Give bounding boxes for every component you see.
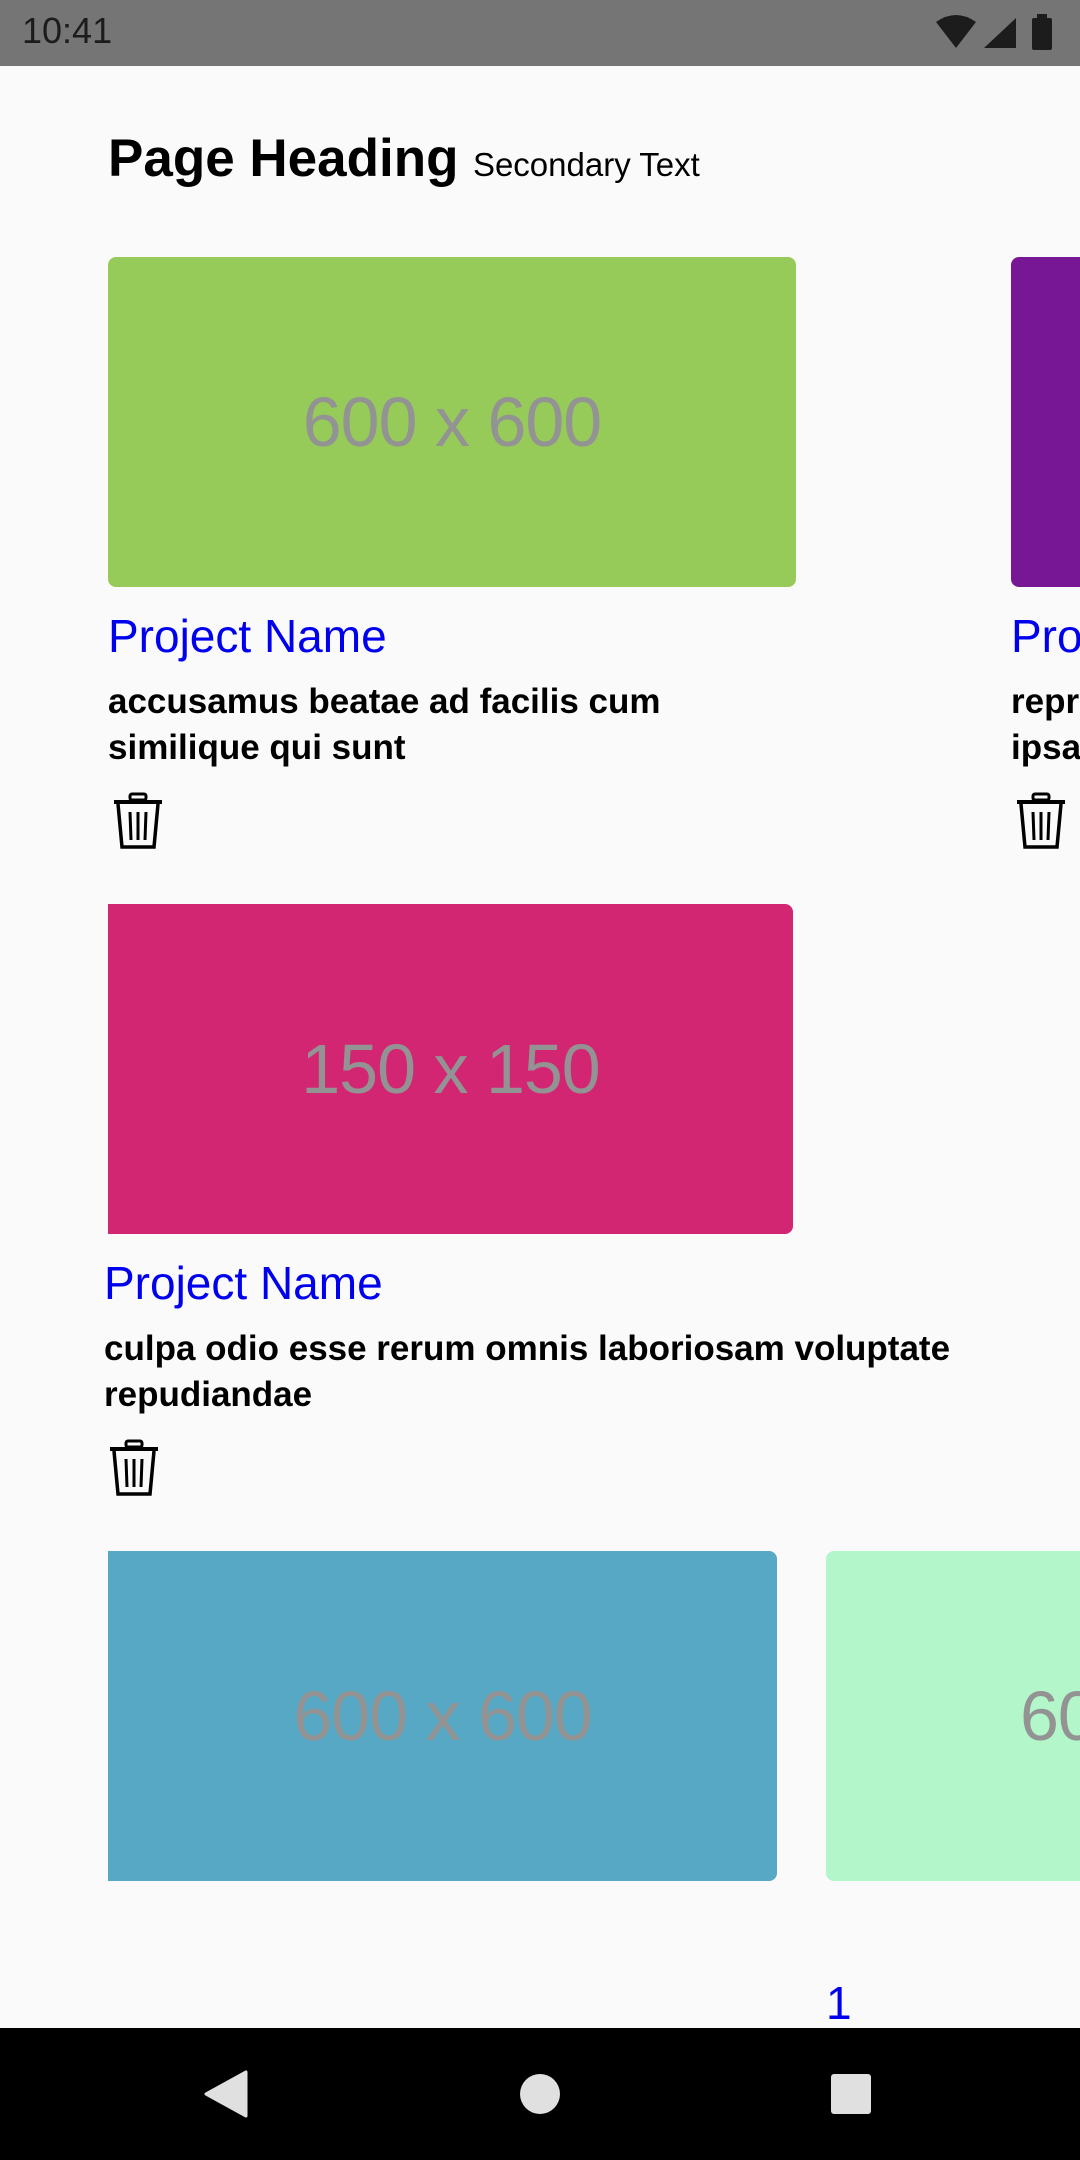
project-thumbnail[interactable]: 60: [826, 1551, 1080, 1881]
page-header: Page Heading Secondary Text: [108, 128, 700, 189]
back-button[interactable]: [165, 2028, 285, 2160]
home-circle-icon: [520, 2074, 560, 2114]
trash-icon[interactable]: [108, 1439, 160, 1497]
thumbnail-placeholder-label: 600 x 600: [293, 1677, 592, 1755]
status-time: 10:41: [22, 10, 113, 51]
status-icons: [936, 14, 1052, 50]
page-title: Page Heading: [108, 129, 459, 188]
status-bar: 10:41: [0, 0, 1080, 66]
project-name-link[interactable]: 1: [826, 1976, 852, 2028]
project-description: repr ipsa: [1011, 682, 1080, 767]
trash-icon[interactable]: [1015, 792, 1067, 850]
page-subtitle: Secondary Text: [472, 146, 700, 183]
wifi-icon: [936, 15, 976, 48]
project-description: accusamus beatae ad facilis cum similiqu…: [108, 682, 661, 767]
project-name-link[interactable]: Project Name: [108, 609, 387, 663]
project-thumbnail[interactable]: 600 x 600: [108, 1551, 777, 1881]
navigation-bar: [0, 2028, 1080, 2160]
project-thumbnail[interactable]: 150 x 150: [108, 904, 793, 1234]
thumbnail-placeholder-label: 600 x 600: [302, 383, 602, 461]
project-thumbnail[interactable]: [1011, 257, 1080, 587]
battery-icon: [1032, 14, 1052, 50]
recents-square-icon: [831, 2074, 871, 2114]
project-thumbnail[interactable]: 600 x 600: [108, 257, 796, 587]
recents-button[interactable]: [791, 2028, 911, 2160]
project-description: culpa odio esse rerum omnis laboriosam v…: [104, 1329, 951, 1414]
project-name-link[interactable]: Pro: [1011, 609, 1080, 663]
trash-icon[interactable]: [112, 792, 164, 850]
cellular-signal-icon: [984, 18, 1016, 48]
thumbnail-placeholder-label: 150 x 150: [301, 1030, 600, 1108]
back-triangle-icon: [204, 2070, 248, 2118]
project-list[interactable]: Page Heading Secondary Text 600 x 600 Pr…: [0, 66, 1080, 2028]
home-button[interactable]: [480, 2028, 600, 2160]
project-name-link[interactable]: Project Name: [104, 1256, 383, 1310]
thumbnail-placeholder-label: 60: [1020, 1677, 1080, 1755]
